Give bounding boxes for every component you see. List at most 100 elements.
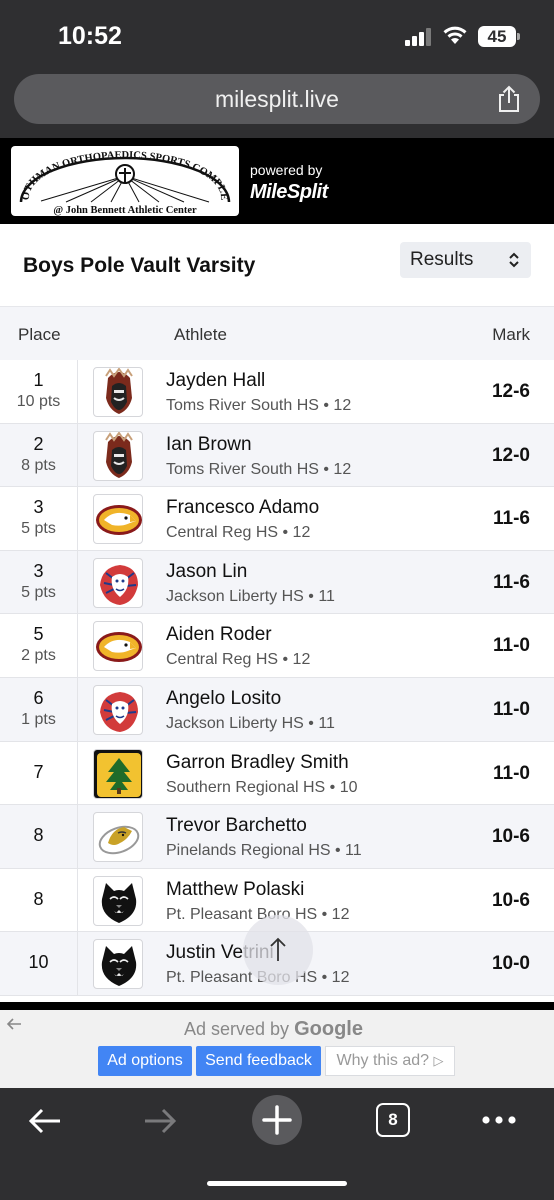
stadium-arch-logo: ROTHMAN ORTHOPAEDICS SPORTS COMPLEX @ Jo…: [7, 138, 231, 216]
team-points: 5 pts: [21, 583, 56, 601]
place-cell: 8: [0, 805, 78, 868]
powered-by-label: powered by: [250, 162, 323, 178]
wildcat-team-logo-icon[interactable]: [93, 812, 143, 863]
sponsor-logo[interactable]: ROTHMAN ORTHOPAEDICS SPORTS COMPLEX @ Jo…: [7, 138, 239, 216]
results-rows: 1 10 pts Jayden Hall Toms River South HS • …: [0, 360, 554, 996]
place-number: 2: [33, 433, 44, 454]
tree-s-team-logo-icon[interactable]: [93, 748, 143, 799]
place-cell: 10: [0, 932, 78, 995]
send-feedback-button[interactable]: Send feedback: [196, 1046, 321, 1076]
panther-team-logo-icon[interactable]: [93, 875, 143, 926]
new-tab-button[interactable]: [252, 1095, 302, 1145]
athlete-school[interactable]: Pinelands Regional HS • 11: [166, 842, 362, 860]
place-cell: 2 8 pts: [0, 423, 78, 487]
arrow-up-icon: [270, 937, 286, 961]
why-this-ad-button[interactable]: Why this ad? ▷: [325, 1046, 455, 1076]
team-points: 8 pts: [21, 456, 56, 474]
cellular-signal-icon: [405, 28, 433, 46]
place-cell: 3 5 pts: [0, 487, 78, 550]
browser-toolbar: 8: [0, 1088, 554, 1200]
place-number: 7: [33, 761, 44, 782]
lion-team-logo-icon[interactable]: [93, 557, 143, 608]
plus-icon: [262, 1105, 292, 1135]
google-logo: Google: [294, 1018, 363, 1040]
athlete-school[interactable]: Toms River South HS • 12: [166, 397, 351, 415]
athlete-school[interactable]: Jackson Liberty HS • 11: [166, 715, 335, 733]
athlete-school[interactable]: Central Reg HS • 12: [166, 651, 310, 669]
team-points: 2 pts: [21, 647, 56, 665]
table-header: Place Athlete Mark: [0, 306, 554, 360]
place-number: 8: [33, 825, 44, 846]
place-number: 8: [33, 888, 44, 909]
athlete-name[interactable]: Angelo Losito: [166, 688, 281, 710]
why-this-ad-label: Why this ad?: [336, 1052, 430, 1069]
indians-team-logo-icon[interactable]: [93, 367, 143, 417]
athlete-school[interactable]: Southern Regional HS • 10: [166, 779, 358, 797]
result-row[interactable]: 5 2 pts Aiden Roder Central Reg HS • 12 11-0: [0, 614, 554, 678]
lion-team-logo-icon[interactable]: [93, 684, 143, 735]
athlete-school[interactable]: Central Reg HS • 12: [166, 524, 310, 542]
mark-value: 10-0: [491, 953, 530, 975]
home-indicator: [207, 1181, 347, 1186]
event-title: Boys Pole Vault Varsity: [23, 254, 256, 277]
mark-value: 10-6: [491, 889, 530, 911]
athlete-name[interactable]: Garron Bradley Smith: [166, 752, 349, 774]
share-icon[interactable]: [496, 85, 522, 113]
athlete-school[interactable]: Toms River South HS • 12: [166, 461, 351, 479]
ad-options-button[interactable]: Ad options: [98, 1046, 192, 1076]
golden-eagle-team-logo-icon[interactable]: [93, 621, 143, 672]
milesplit-logo[interactable]: MileSplit: [250, 181, 328, 204]
ad-served-by-label: Ad served by: [184, 1019, 290, 1039]
result-row[interactable]: 3 5 pts Jason Lin Jackson Liberty HS • 11 11…: [0, 550, 554, 615]
mark-value: 11-0: [493, 762, 530, 784]
place-cell: 3 5 pts: [0, 550, 78, 614]
results-panel: Boys Pole Vault Varsity Results Place At…: [0, 224, 554, 1002]
golden-eagle-team-logo-icon[interactable]: [93, 494, 143, 545]
tab-switcher-button[interactable]: 8: [376, 1103, 410, 1137]
athlete-name[interactable]: Jason Lin: [166, 561, 247, 583]
forward-arrow-icon[interactable]: [143, 1106, 177, 1136]
more-menu-icon[interactable]: [482, 1116, 516, 1124]
indians-team-logo-icon[interactable]: [93, 430, 143, 481]
athlete-name[interactable]: Matthew Polaski: [166, 879, 304, 901]
athlete-name[interactable]: Aiden Roder: [166, 624, 272, 646]
mark-value: 11-0: [493, 635, 530, 657]
result-row[interactable]: 8 Trevor Barchetto Pinelands Regional HS •…: [0, 805, 554, 869]
place-number: 3: [33, 560, 44, 581]
status-bar: 10:52 45: [0, 0, 554, 66]
column-header-mark[interactable]: Mark: [492, 325, 530, 345]
result-row[interactable]: 6 1 pts Angelo Losito Jackson Liberty HS • …: [0, 677, 554, 742]
place-cell: 8: [0, 868, 78, 932]
status-time: 10:52: [58, 22, 122, 50]
result-row[interactable]: 2 8 pts Ian Brown Toms River South HS • 12 1…: [0, 423, 554, 488]
place-number: 1: [33, 370, 44, 390]
place-number: 5: [33, 624, 44, 645]
mark-value: 12-6: [491, 381, 530, 402]
result-row[interactable]: 3 5 pts Francesco Adamo Central Reg HS • 12…: [0, 487, 554, 551]
divider: [0, 1002, 554, 1010]
scroll-to-top-button[interactable]: [243, 915, 313, 985]
address-bar[interactable]: milesplit.live: [14, 74, 540, 124]
event-header: Boys Pole Vault Varsity Results: [0, 224, 554, 306]
result-row[interactable]: 1 10 pts Jayden Hall Toms River South HS • …: [0, 360, 554, 424]
athlete-name[interactable]: Trevor Barchetto: [166, 815, 307, 837]
place-number: 3: [33, 497, 44, 518]
back-arrow-icon[interactable]: [28, 1106, 62, 1136]
column-header-place[interactable]: Place: [18, 325, 61, 345]
view-select[interactable]: Results: [400, 242, 531, 278]
ad-banner: Ad served by Google Ad options Send feed…: [0, 1010, 554, 1088]
athlete-name[interactable]: Francesco Adamo: [166, 497, 319, 519]
athlete-name[interactable]: Ian Brown: [166, 434, 252, 456]
athlete-school[interactable]: Jackson Liberty HS • 11: [166, 588, 335, 606]
mark-value: 10-6: [491, 826, 530, 848]
result-row[interactable]: 7 Garron Bradley Smith Southern Regional H…: [0, 741, 554, 806]
ad-back-arrow-icon[interactable]: [6, 1016, 22, 1032]
column-header-athlete[interactable]: Athlete: [174, 325, 227, 345]
panther-team-logo-icon[interactable]: [93, 939, 143, 990]
svg-text:@ John Bennett Athletic Center: @ John Bennett Athletic Center: [53, 205, 197, 216]
place-number: 10: [28, 952, 49, 973]
athlete-name[interactable]: Jayden Hall: [166, 370, 265, 392]
wifi-icon: [443, 26, 467, 44]
mark-value: 11-6: [493, 571, 530, 593]
url-text[interactable]: milesplit.live: [14, 74, 540, 124]
